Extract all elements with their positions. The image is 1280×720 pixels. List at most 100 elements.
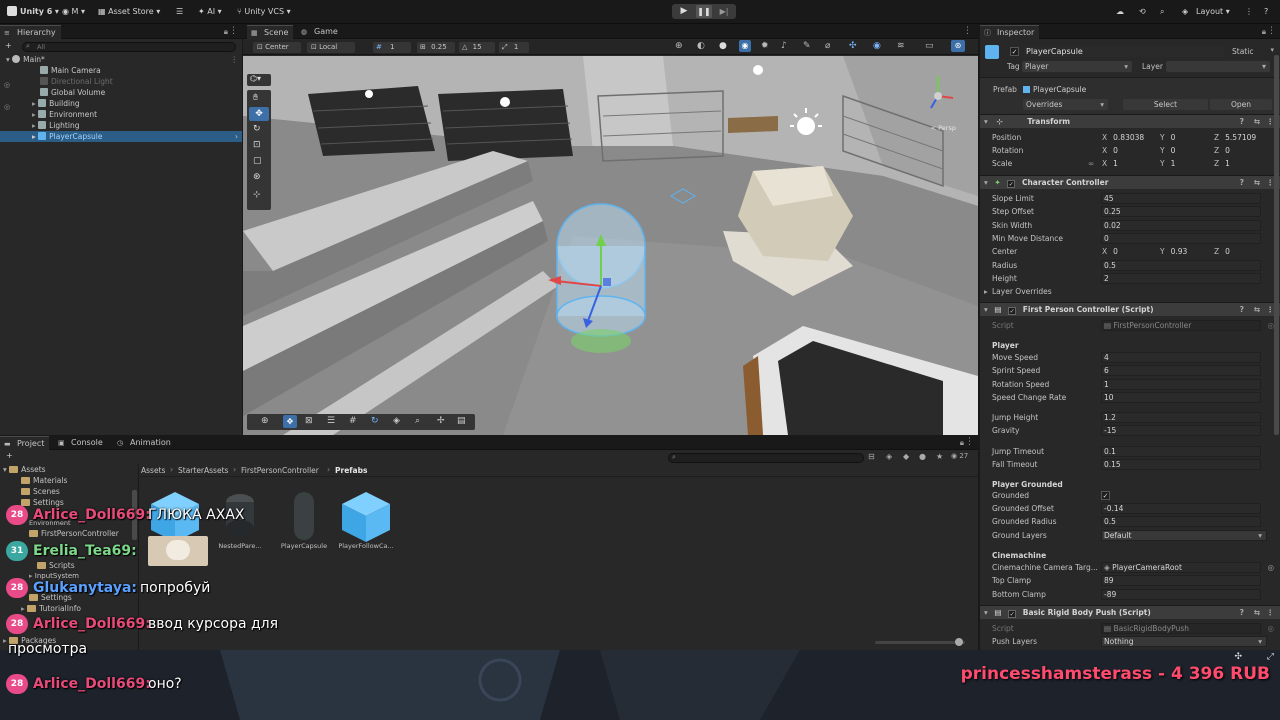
ai-button[interactable]: ✦ AI ▾	[198, 4, 222, 20]
snap-tool-icon[interactable]: ⊕	[261, 416, 269, 426]
help-icon[interactable]: ?	[1264, 4, 1268, 20]
preset-icon[interactable]: ⇆	[1254, 176, 1260, 190]
target-icon[interactable]: ◎	[1267, 622, 1274, 635]
menu-kebab-icon[interactable]: ⋮	[1245, 4, 1253, 20]
hierarchy-item-main-camera[interactable]: Main Camera	[0, 65, 242, 76]
grounded-radius-field[interactable]: 0.5	[1101, 516, 1261, 527]
grid-tool-icon[interactable]: #	[349, 416, 357, 426]
cloud-icon[interactable]: ☁	[1116, 4, 1124, 20]
gizmo-tools-icon[interactable]: ✣	[849, 41, 857, 51]
kebab-icon[interactable]: ⋮	[1267, 26, 1276, 36]
jump-height-field[interactable]: 1.2	[1101, 412, 1261, 423]
fpc-header[interactable]: ▾ ▤ ✓ First Person Controller (Script) ?…	[980, 302, 1280, 316]
dropdown-arrow-icon[interactable]: ▾	[1270, 46, 1274, 54]
height-field[interactable]: 2	[1101, 273, 1261, 284]
favorite-icon[interactable]: ★	[936, 452, 943, 461]
asset-item[interactable]: PlayerFollowCa...	[336, 488, 396, 552]
snap-increment[interactable]: ⊞ 0.25	[417, 42, 455, 53]
script-field[interactable]: ▤ FirstPersonController	[1101, 320, 1261, 331]
layers-icon[interactable]: ◈	[1182, 4, 1188, 20]
hidden-packages-toggle[interactable]: ◉ 27	[951, 452, 968, 460]
rect-tool-icon[interactable]: ▢	[253, 156, 262, 166]
kebab-icon[interactable]: ⋮	[231, 54, 239, 65]
slider-handle[interactable]	[955, 638, 963, 646]
breadcrumb-item[interactable]: Assets	[141, 466, 165, 475]
top-clamp-field[interactable]: 89	[1101, 575, 1261, 586]
kebab-icon[interactable]: ⋮	[963, 26, 972, 36]
overrides-dropdown[interactable]: Overrides ▾	[1023, 99, 1108, 110]
object-name-field[interactable]: PlayerCapsule	[1024, 46, 1224, 57]
settings-tool-icon[interactable]: ▤	[457, 416, 466, 426]
space-dropdown[interactable]: ⊡ Local	[307, 42, 355, 53]
move-tool-icon[interactable]: ✥	[249, 107, 269, 121]
effects-icon[interactable]: ✎	[803, 41, 811, 51]
sprint-speed-field[interactable]: 6	[1101, 365, 1261, 376]
push-layers-dropdown[interactable]: Nothing ▾	[1101, 636, 1267, 647]
search-icon[interactable]: ⌕	[415, 416, 420, 426]
angle-increment[interactable]: △ 15	[459, 42, 495, 53]
ground-layers-dropdown[interactable]: Default ▾	[1101, 530, 1267, 541]
step-icon[interactable]: ▶|	[716, 5, 732, 18]
rotation-z-field[interactable]: Z0	[1214, 145, 1230, 156]
gravity-field[interactable]: -15	[1101, 425, 1261, 436]
asset-item[interactable]: PlayerCapsule	[274, 488, 334, 552]
tab-hierarchy[interactable]: ≡ Hierarchy	[0, 25, 61, 39]
jump-timeout-field[interactable]: 0.1	[1101, 446, 1261, 457]
help-icon[interactable]: ?	[1240, 606, 1244, 620]
tab-game[interactable]: ◍ Game	[297, 25, 343, 39]
select-button[interactable]: Select	[1123, 99, 1208, 110]
link-icon[interactable]: ∞	[1088, 157, 1094, 170]
enabled-checkbox[interactable]: ✓	[1008, 307, 1017, 315]
pivot-dropdown[interactable]: ⊡ Center	[253, 42, 301, 53]
center-y-field[interactable]: Y 0.93	[1160, 246, 1187, 257]
step-offset-field[interactable]: 0.25	[1101, 206, 1261, 217]
enabled-checkbox[interactable]: ✓	[1007, 180, 1016, 188]
tab-inspector[interactable]: ⓘ Inspector	[980, 25, 1040, 39]
skin-width-field[interactable]: 0.02	[1101, 220, 1261, 231]
zoom-slider[interactable]	[875, 638, 965, 646]
target-icon[interactable]: ◎	[1267, 561, 1274, 574]
preset-icon[interactable]: ⇆	[1254, 303, 1260, 317]
layer-tool-icon[interactable]: ◈	[393, 416, 400, 426]
brbp-script-field[interactable]: ▤ BasicRigidBodyPush	[1101, 623, 1261, 634]
grounded-offset-field[interactable]: -0.14	[1101, 503, 1261, 514]
min-move-distance-field[interactable]: 0	[1101, 233, 1261, 244]
breadcrumb-item[interactable]: StarterAssets	[178, 466, 228, 475]
project-tree-item[interactable]: Scenes	[0, 486, 135, 497]
hierarchy-item-global-volume[interactable]: Global Volume	[0, 87, 242, 98]
inspector-scrollbar[interactable]	[1274, 55, 1279, 435]
layer-overrides-row[interactable]: ▸ Layer Overrides	[980, 285, 1280, 298]
hierarchy-item-playercapsule[interactable]: ▸ PlayerCapsule ›	[0, 131, 242, 142]
label-filter-icon[interactable]: ◆	[903, 452, 909, 461]
hierarchy-item-directional-light[interactable]: Directional Light	[0, 76, 242, 87]
layer-dropdown[interactable]: ▾	[1166, 61, 1270, 72]
lock-icon[interactable]: 🔒︎	[1262, 27, 1266, 37]
center-z-field[interactable]: Z0	[1214, 246, 1230, 257]
layout-button[interactable]: Layout ▾	[1196, 4, 1230, 20]
active-checkbox[interactable]: ✓	[1010, 47, 1019, 56]
scale-tool-icon[interactable]: ⊡	[253, 140, 261, 150]
enabled-checkbox[interactable]: ✓	[1008, 610, 1017, 618]
kebab-icon[interactable]: ⋮	[1267, 115, 1275, 129]
visibility-icon[interactable]: ◎	[4, 103, 10, 111]
preset-icon[interactable]: ⇆	[1254, 606, 1260, 620]
kebab-icon[interactable]: ⋮	[1267, 606, 1275, 620]
log-filter-icon[interactable]: ●	[919, 452, 926, 461]
menu-icon[interactable]: ☰	[176, 4, 183, 20]
grounded-checkbox[interactable]: ✓	[1101, 491, 1110, 500]
scene-row[interactable]: ▾ Main* ⋮	[0, 54, 242, 65]
project-search-input[interactable]: ⌕	[668, 453, 864, 463]
brbp-header[interactable]: ▾ ▤ ✓ Basic Rigid Body Push (Script) ? ⇆…	[980, 605, 1280, 619]
rotation-speed-field[interactable]: 1	[1101, 379, 1261, 390]
scale-z-field[interactable]: Z1	[1214, 158, 1230, 169]
lock-icon[interactable]: 🔒︎	[960, 438, 964, 448]
move-gizmo-icon[interactable]: ✥	[283, 415, 297, 428]
shaded-icon[interactable]: ●	[719, 41, 727, 51]
search-icon[interactable]: ⌕	[1160, 4, 1164, 20]
kebab-icon[interactable]: ⋮	[1267, 303, 1275, 317]
orientation-icon[interactable]: ⊕	[675, 41, 683, 51]
orbit-tool-icon[interactable]: ↻	[371, 416, 379, 426]
camera-settings-icon[interactable]: ▭	[925, 41, 934, 51]
lighting-icon[interactable]: ✹	[761, 41, 769, 51]
pause-icon[interactable]: ❚❚	[696, 5, 712, 18]
